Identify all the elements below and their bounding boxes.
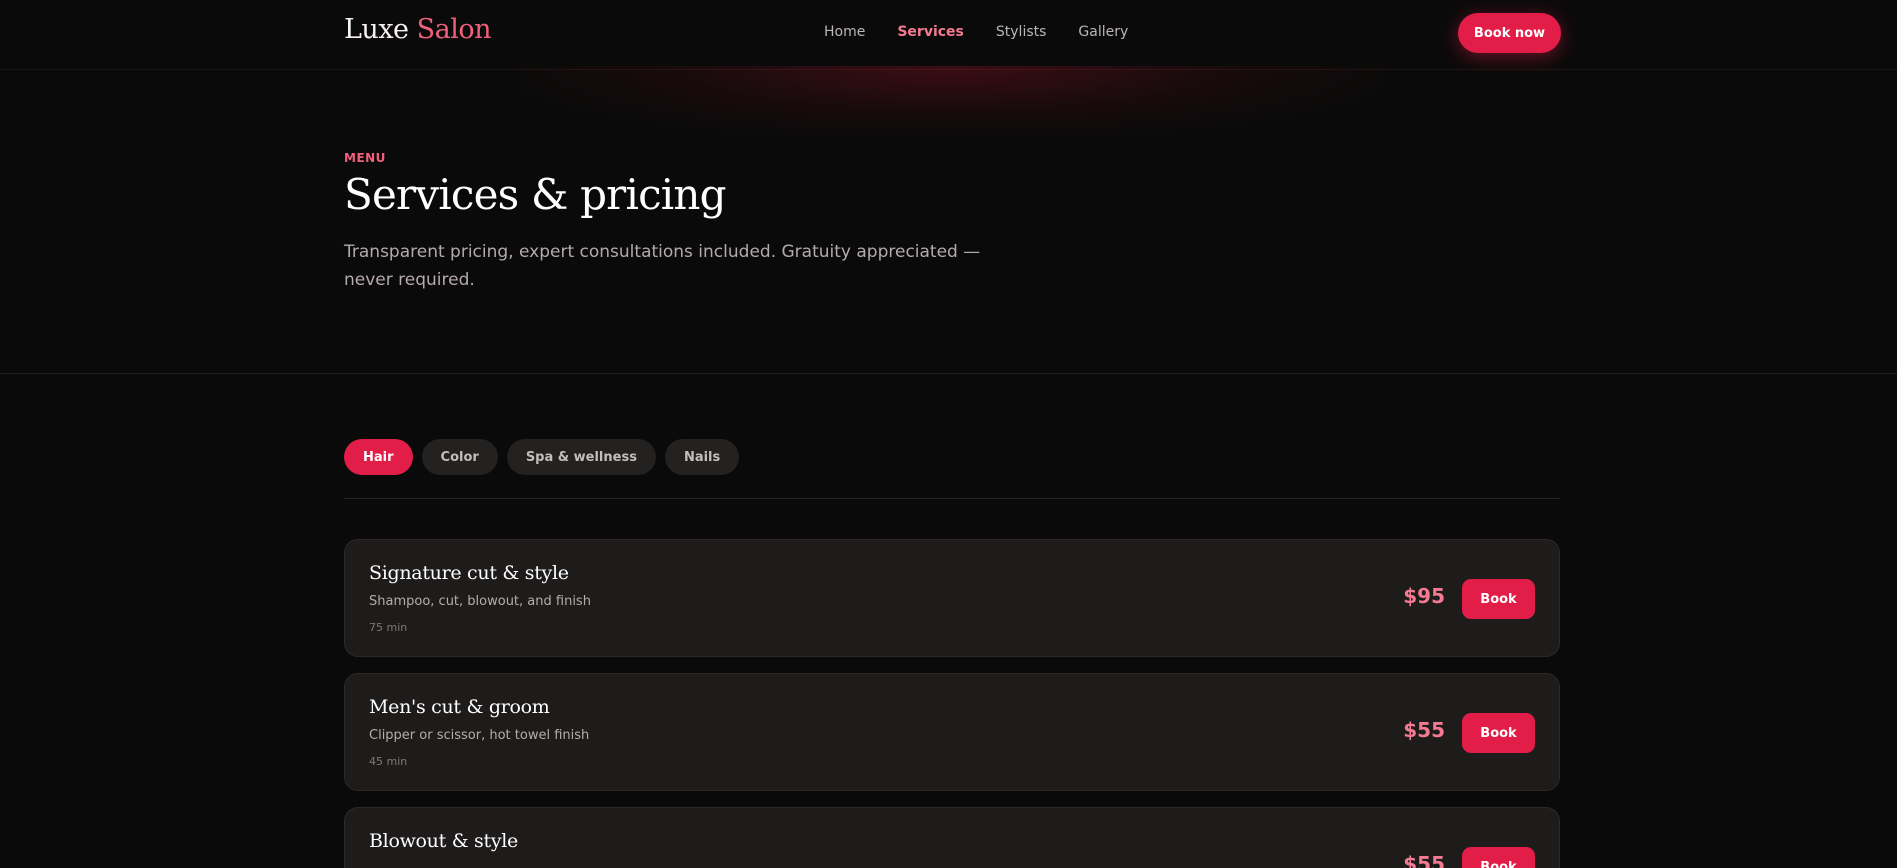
- section-eyebrow: MENU: [344, 151, 386, 165]
- book-service-button[interactable]: Book: [1462, 847, 1535, 868]
- service-duration: 75 min: [369, 621, 408, 634]
- nav-link-stylists[interactable]: Stylists: [996, 24, 1047, 40]
- hero-divider: [0, 373, 1897, 374]
- service-name: Blowout & style: [369, 830, 518, 852]
- service-price: $55: [1403, 852, 1445, 868]
- book-service-button[interactable]: Book: [1462, 713, 1535, 753]
- nav-link-home[interactable]: Home: [824, 24, 865, 40]
- brand-name-part2: Salon: [416, 14, 492, 45]
- top-navbar: Luxe Salon Home Services Stylists Galler…: [0, 0, 1897, 70]
- service-duration: 45 min: [369, 755, 408, 768]
- tabs-divider: [344, 498, 1560, 499]
- service-description: Shampoo, cut, blowout, and finish: [369, 594, 591, 609]
- service-name: Signature cut & style: [369, 562, 569, 584]
- brand-logo[interactable]: Luxe Salon: [344, 14, 492, 45]
- service-card: Men's cut & groom Clipper or scissor, ho…: [344, 673, 1560, 791]
- nav-link-gallery[interactable]: Gallery: [1078, 24, 1128, 40]
- tab-hair[interactable]: Hair: [344, 439, 413, 475]
- page-title: Services & pricing: [344, 170, 727, 219]
- service-price: $55: [1403, 718, 1445, 742]
- page-subtitle: Transparent pricing, expert consultation…: [344, 242, 981, 290]
- hero-glow: [520, 66, 1380, 136]
- category-tabs: Hair Color Spa & wellness Nails: [344, 439, 740, 475]
- service-card: Signature cut & style Shampoo, cut, blow…: [344, 539, 1560, 657]
- service-price: $95: [1403, 584, 1445, 608]
- book-service-button[interactable]: Book: [1462, 579, 1535, 619]
- tab-spa-wellness[interactable]: Spa & wellness: [506, 439, 656, 475]
- nav-link-services[interactable]: Services: [897, 24, 964, 40]
- tab-color[interactable]: Color: [421, 439, 498, 475]
- service-card: Blowout & style $55 Book: [344, 807, 1560, 868]
- brand-name-part1: Luxe: [344, 14, 409, 45]
- tab-nails[interactable]: Nails: [664, 439, 740, 475]
- service-description: Clipper or scissor, hot towel finish: [369, 728, 590, 743]
- main-nav: Home Services Stylists Gallery: [824, 24, 1128, 40]
- book-now-button[interactable]: Book now: [1458, 13, 1561, 53]
- service-name: Men's cut & groom: [369, 696, 550, 718]
